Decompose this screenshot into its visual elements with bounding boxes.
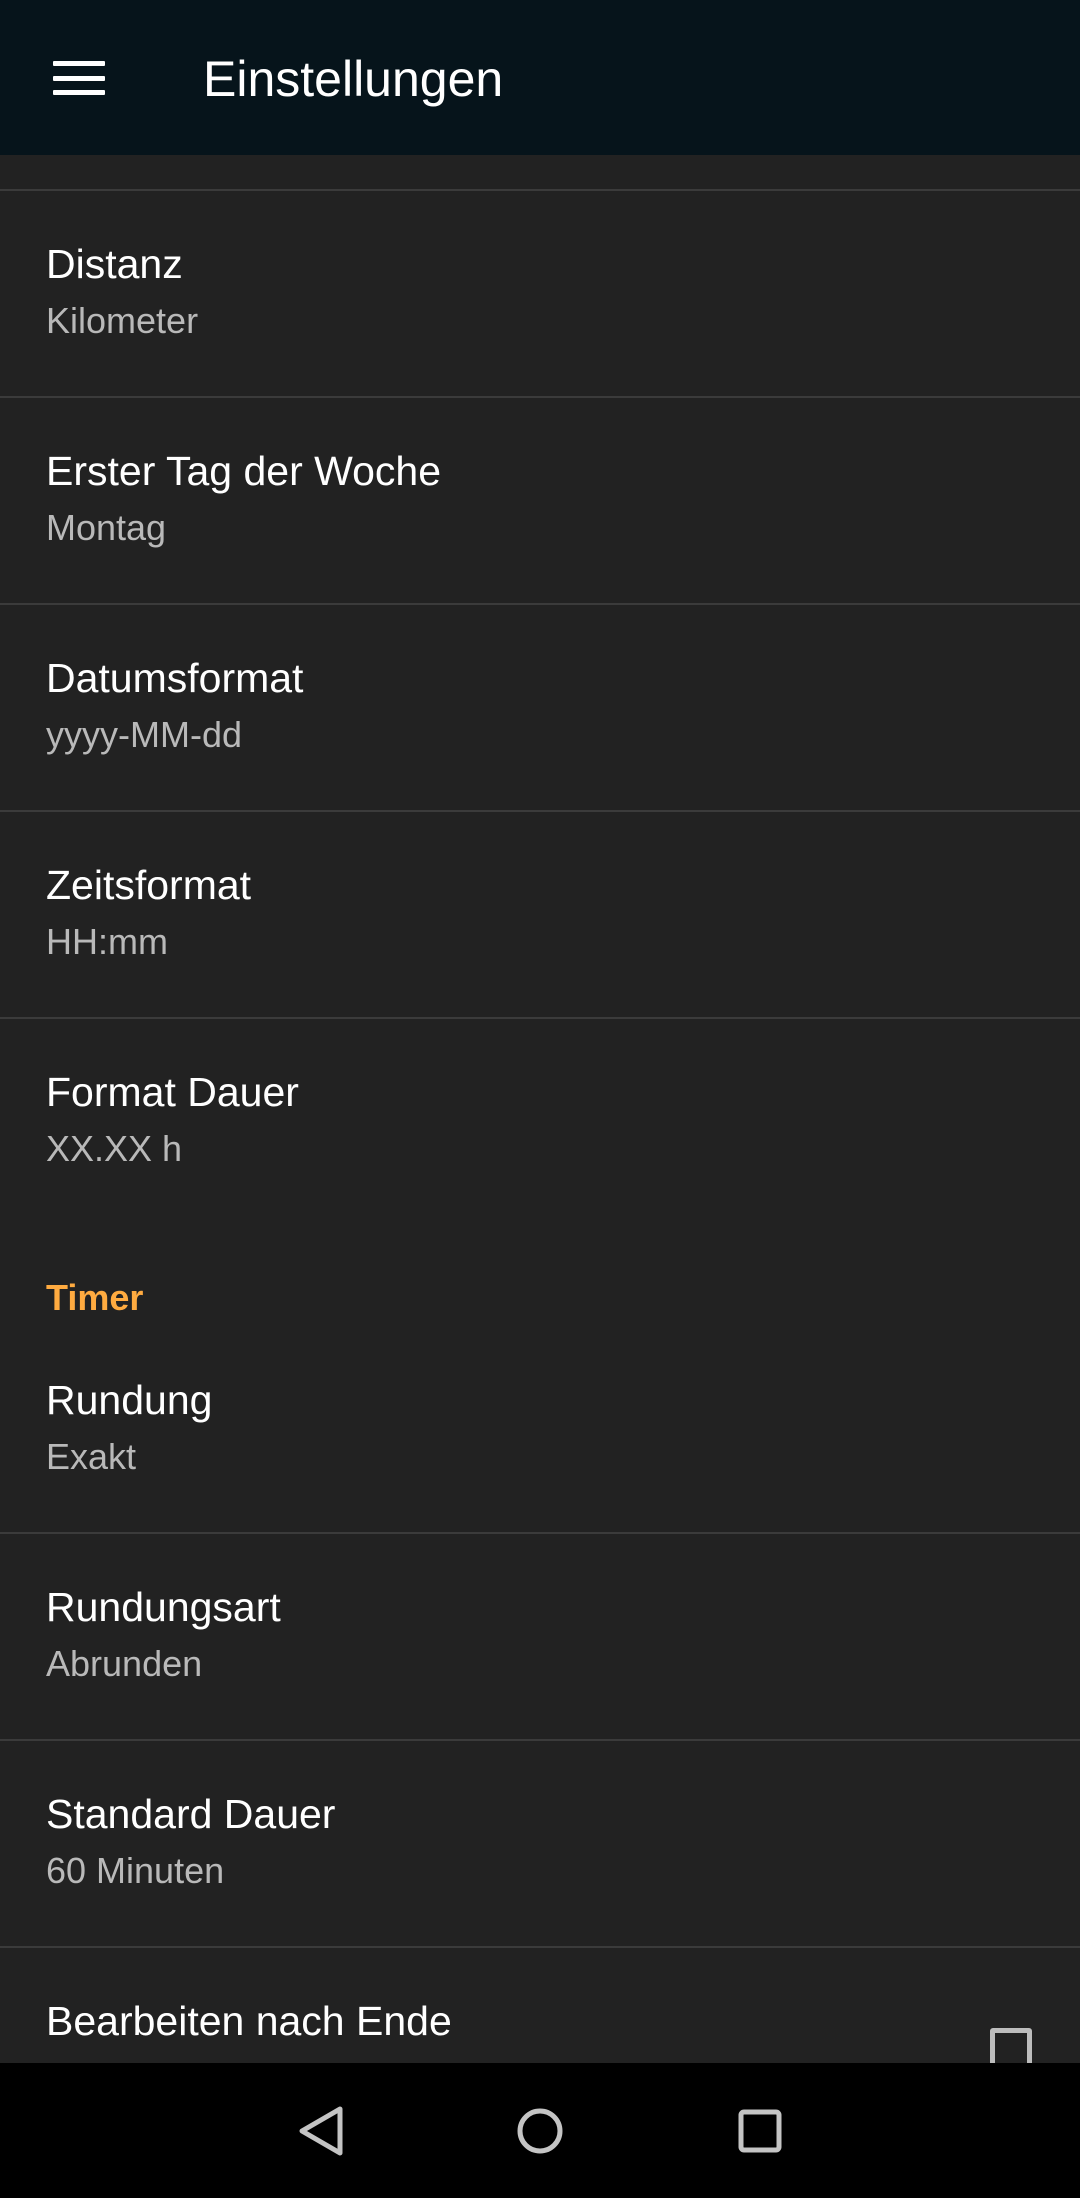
pref-first-day-of-week[interactable]: Erster Tag der Woche Montag [0, 398, 1080, 603]
pref-title: Distanz [46, 241, 183, 287]
pref-summary: Montag [46, 507, 167, 548]
pref-distance[interactable]: Distanz Kilometer [0, 191, 1080, 396]
pref-rounding-type[interactable]: Rundungsart Abrunden [0, 1534, 1080, 1739]
pref-time-format[interactable]: Zeitsformat HH:mm [0, 812, 1080, 1017]
pref-title: Rundungsart [46, 1584, 281, 1630]
pref-duration-format[interactable]: Format Dauer XX.XX h [0, 1019, 1080, 1224]
home-circle-icon [517, 2108, 563, 2154]
pref-summary: Abrunden [46, 1643, 203, 1684]
page-title: Einstellungen [203, 51, 504, 107]
pref-title: Erster Tag der Woche [46, 448, 442, 494]
pref-title: Datumsformat [46, 655, 304, 701]
pref-summary: Kilometer [46, 300, 199, 341]
home-button[interactable] [500, 2091, 580, 2171]
pref-title: Bearbeiten nach Ende [46, 1998, 452, 2044]
pref-summary: Exakt [46, 1436, 137, 1477]
pref-summary: XX.XX h [46, 1128, 183, 1169]
pref-title: Format Dauer [46, 1069, 299, 1115]
back-triangle-icon [299, 2106, 343, 2156]
app-bar: Einstellungen [0, 0, 1080, 155]
pref-title: Zeitsformat [46, 862, 252, 908]
hamburger-menu-icon [53, 61, 105, 95]
pref-summary: HH:mm [46, 921, 168, 962]
menu-button[interactable] [28, 33, 130, 123]
pref-date-format[interactable]: Datumsformat yyyy-MM-dd [0, 605, 1080, 810]
pref-rounding[interactable]: Rundung Exakt [0, 1327, 1080, 1532]
pref-edit-after-end[interactable]: Bearbeiten nach Ende [0, 1948, 1080, 2063]
edit-after-end-checkbox[interactable] [990, 2028, 1032, 2063]
settings-list[interactable]: Distanz Kilometer Erster Tag der Woche M… [0, 155, 1080, 2063]
back-button[interactable] [282, 2091, 362, 2171]
recents-square-icon [738, 2109, 782, 2153]
category-timer: Timer [46, 1277, 144, 1318]
pref-title: Rundung [46, 1377, 213, 1423]
recents-button[interactable] [720, 2091, 800, 2171]
system-nav-bar [0, 2063, 1080, 2198]
pref-summary: 60 Minuten [46, 1850, 225, 1891]
pref-title: Standard Dauer [46, 1791, 336, 1837]
pref-summary: yyyy-MM-dd [46, 714, 242, 755]
pref-default-duration[interactable]: Standard Dauer 60 Minuten [0, 1741, 1080, 1946]
